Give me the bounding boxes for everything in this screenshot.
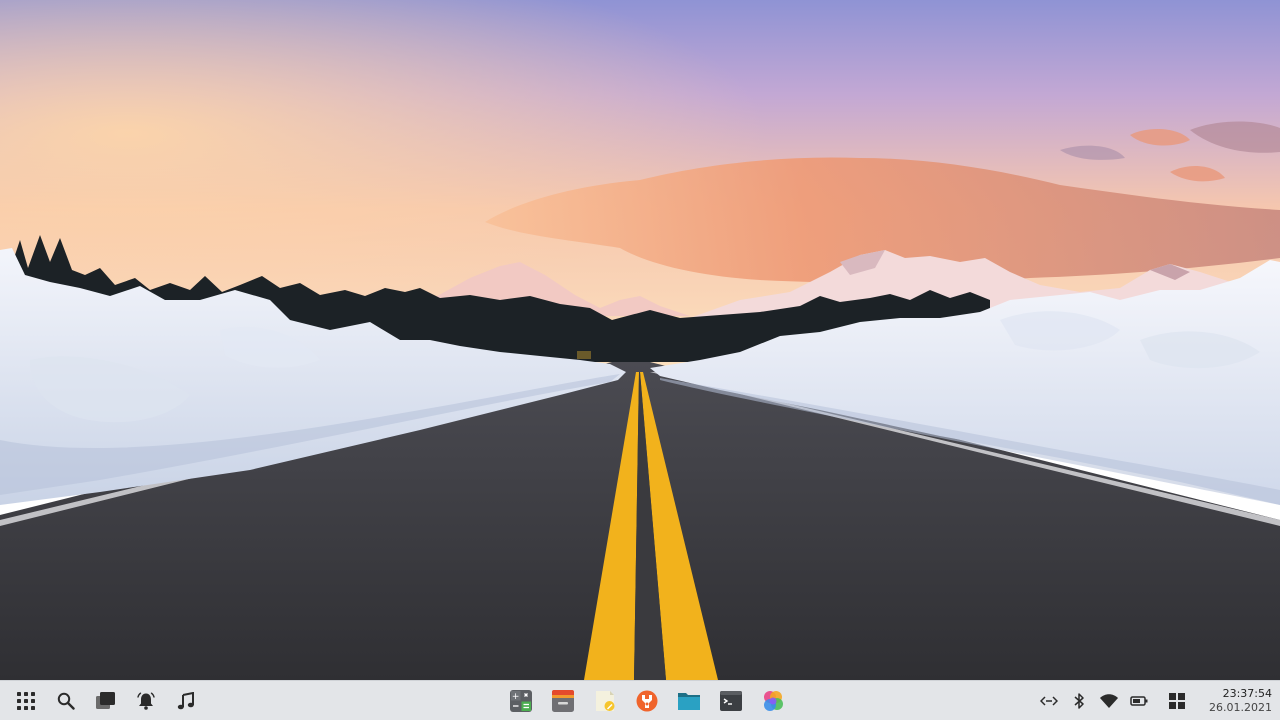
clock[interactable]: 23:37:54 26.01.2021 xyxy=(1202,681,1272,720)
svg-text:+: + xyxy=(512,692,520,702)
workspaces-button[interactable] xyxy=(1162,681,1192,720)
network-connections-button[interactable] xyxy=(1034,681,1064,720)
wifi-button[interactable] xyxy=(1094,681,1124,720)
battery-button[interactable] xyxy=(1124,681,1154,720)
taskbar: + 23:37:54 26.01.2021 xyxy=(0,680,1280,720)
bluetooth-button[interactable] xyxy=(1064,681,1094,720)
clock-time: 23:37:54 xyxy=(1222,687,1272,700)
terminal-app-button[interactable] xyxy=(710,681,752,720)
notifications-icon xyxy=(137,692,155,710)
archive-manager-app-button[interactable] xyxy=(542,681,584,720)
search-icon xyxy=(57,692,75,710)
desktop: + 23:37:54 26.01.2021 xyxy=(0,0,1280,720)
battery-icon xyxy=(1130,696,1148,706)
app-launcher-button[interactable] xyxy=(6,681,46,720)
color-picker-app-button[interactable] xyxy=(752,681,794,720)
clock-date: 26.01.2021 xyxy=(1209,701,1272,714)
system-tools-app-button[interactable] xyxy=(626,681,668,720)
color-picker-app-icon xyxy=(764,691,783,711)
file-manager-app-button[interactable] xyxy=(668,681,710,720)
notes-app-icon xyxy=(596,691,615,711)
taskbar-left-section xyxy=(6,681,206,720)
terminal-app-icon xyxy=(720,691,742,711)
notifications-button[interactable] xyxy=(126,681,166,720)
file-manager-app-icon xyxy=(678,693,700,710)
desktop-wallpaper xyxy=(0,0,1280,680)
bluetooth-icon xyxy=(1074,693,1084,709)
system-tools-app-icon xyxy=(636,690,658,712)
system-tray: 23:37:54 26.01.2021 xyxy=(1034,681,1272,720)
network-connections-icon xyxy=(1040,696,1058,706)
window-switcher-button[interactable] xyxy=(86,681,126,720)
search-button[interactable] xyxy=(46,681,86,720)
music-player-icon xyxy=(177,692,194,710)
workspaces-icon xyxy=(1169,693,1185,709)
app-launcher-icon xyxy=(17,692,35,710)
music-player-button[interactable] xyxy=(166,681,206,720)
archive-manager-app-icon xyxy=(552,690,574,712)
calculator-app-button[interactable]: + xyxy=(500,681,542,720)
wifi-icon xyxy=(1100,694,1118,708)
window-switcher-icon xyxy=(96,692,115,709)
notes-app-button[interactable] xyxy=(584,681,626,720)
calculator-app-icon: + xyxy=(510,690,532,712)
taskbar-pinned-apps: + xyxy=(500,681,794,720)
